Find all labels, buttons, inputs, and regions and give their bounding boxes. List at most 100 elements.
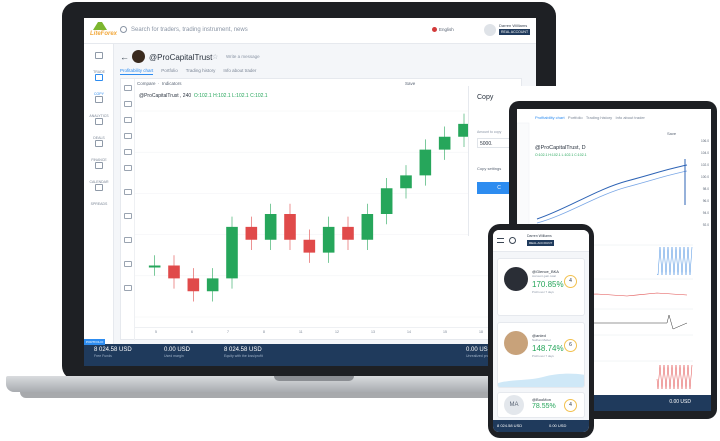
trader-avatar [132,50,145,63]
lock-icon[interactable] [124,237,132,243]
candle [226,226,238,279]
user-menu[interactable]: Darren Williams REAL ACCOUNT [484,23,531,39]
time-axis: 5 6 7 8 11 12 13 14 15 18 [135,327,523,339]
avatar [484,24,496,36]
portfolio-tag[interactable]: PORTFOLIO [84,339,106,345]
x-tick-label: 5 [155,330,157,334]
risk-score: 4 [564,399,577,412]
sidebar-item-trade[interactable]: TRADE [84,50,114,74]
free-funds-stat: 8 024.58 USD Free Funds [94,347,132,358]
magnet-icon[interactable] [124,213,132,219]
save-button[interactable]: Save [405,81,415,86]
tab-profitability[interactable]: Profitability chart [120,68,154,75]
text-icon[interactable] [124,133,132,139]
calendar-icon [95,162,103,169]
candle [400,175,412,189]
volume-line [656,364,693,390]
price-chart[interactable] [135,101,523,327]
candle [361,214,374,240]
language-label: English [439,27,454,32]
star-icon[interactable]: ☆ [212,53,218,61]
compare-button[interactable]: Compare [137,81,156,86]
stat-label: Free Funds [94,354,112,358]
tab-portfolio[interactable]: Portfolio [161,68,178,73]
brand-logo[interactable]: LiteForex [90,22,117,40]
pattern-icon[interactable] [124,149,132,155]
spreads-icon [95,184,103,191]
price-tick-label: 92.0 [702,223,709,227]
candle [438,136,451,150]
sidebar-item-deals[interactable]: DEALS [84,116,114,140]
search-input[interactable]: Search for traders, trading instrument, … [120,26,248,33]
chart-toolbar: Compare · Indicators [137,81,182,86]
trader-card[interactable]: MA @BooMon 78.55% 4 [497,392,585,418]
chart-icon [95,52,103,59]
menu-icon[interactable] [497,238,504,243]
trader-card[interactable]: @anled Nathan Meber 148.74% Profit over … [497,322,585,388]
copy-settings-link[interactable]: Copy settings [477,166,501,171]
eye-icon[interactable] [124,261,132,267]
amount-label: Amount to copy [477,130,502,134]
user-name[interactable]: Darren Williams [527,234,552,238]
candle [380,188,393,214]
language-selector[interactable]: English [432,27,454,33]
phone-footer: 8 024.58 USD 0.00 USD [493,420,589,432]
profit-sparkline [498,373,584,387]
laptop-notch [274,376,354,381]
candle [245,226,258,240]
sidebar-item-calendar[interactable]: CALENDAR [84,160,114,184]
candle [303,239,316,253]
candle [264,214,277,240]
drawing-toolbar [121,79,135,341]
tab-info[interactable]: Info about trader [223,68,256,73]
tab-trading-history[interactable]: Trading history [186,68,216,73]
finance-icon [95,140,103,147]
trader-card[interactable]: @Glence_BKA Account gain total 170.85% P… [497,258,585,316]
ruler-icon[interactable] [124,165,132,171]
x-tick-label: 7 [227,330,229,334]
trader-name: @BooMon [532,397,551,402]
user-name: Darren Williams [499,23,528,28]
trash-icon[interactable] [124,285,132,291]
x-tick-label: 18 [479,330,483,334]
trader-gain: 170.85% [532,280,564,289]
price-tick-label: 102.0 [701,163,709,167]
price-tick-label: 106.0 [701,139,709,143]
search-icon[interactable] [509,237,516,244]
sidebar-item-analytics[interactable]: ANALYTICS [84,94,114,118]
risk-score: 6 [564,339,577,352]
phone-used-margin: 0.00 USD [549,423,567,428]
stat-value: 8 024.58 USD [94,347,132,353]
zoom-icon[interactable] [124,189,132,195]
chart-legend: @ProCapitalTrust , 240 O:102.1 H:102.1 L… [139,93,268,99]
copy-title: Copy [477,94,494,101]
trader-header: ← @ProCapitalTrust ☆ Write a message [120,48,420,68]
chart-title: @ProCapitalTrust , 240 [139,93,192,99]
sidebar-item-spreads[interactable]: SPREADS [84,182,114,206]
x-tick-label: 11 [299,330,303,334]
risk-score: 4 [564,275,577,288]
crosshair-icon[interactable] [124,85,132,91]
back-arrow-icon[interactable]: ← [120,52,129,62]
trend-line-icon[interactable] [124,101,132,107]
brush-icon[interactable] [124,117,132,123]
phone-header: Darren Williams REAL ACCOUNT [493,230,589,252]
candle [168,265,180,279]
sidebar-item-copy[interactable]: COPY [84,72,114,96]
top-bar: LiteForex Search for traders, trading in… [84,18,536,44]
x-tick-label: 14 [407,330,411,334]
indicators-button[interactable]: Indicators [162,81,182,86]
analytics-icon [95,96,103,103]
side-nav: TRADE COPY ANALYTICS DEALS FINANCE CALEN… [84,44,114,344]
price-tick-label: 98.0 [702,187,709,191]
trader-avatar [504,267,528,291]
price-tick-label: 100.0 [701,175,709,179]
account-badge: REAL ACCOUNT [499,29,531,35]
trader-initials: MA [504,395,524,415]
write-message-button[interactable]: Write a message [226,54,260,59]
candle [419,149,432,176]
sidebar-item-finance[interactable]: FINANCE [84,138,114,162]
account-footer: PORTFOLIO 8 024.58 USD Free Funds 0.00 US… [84,339,536,366]
x-tick-label: 12 [335,330,339,334]
candle [284,214,296,240]
